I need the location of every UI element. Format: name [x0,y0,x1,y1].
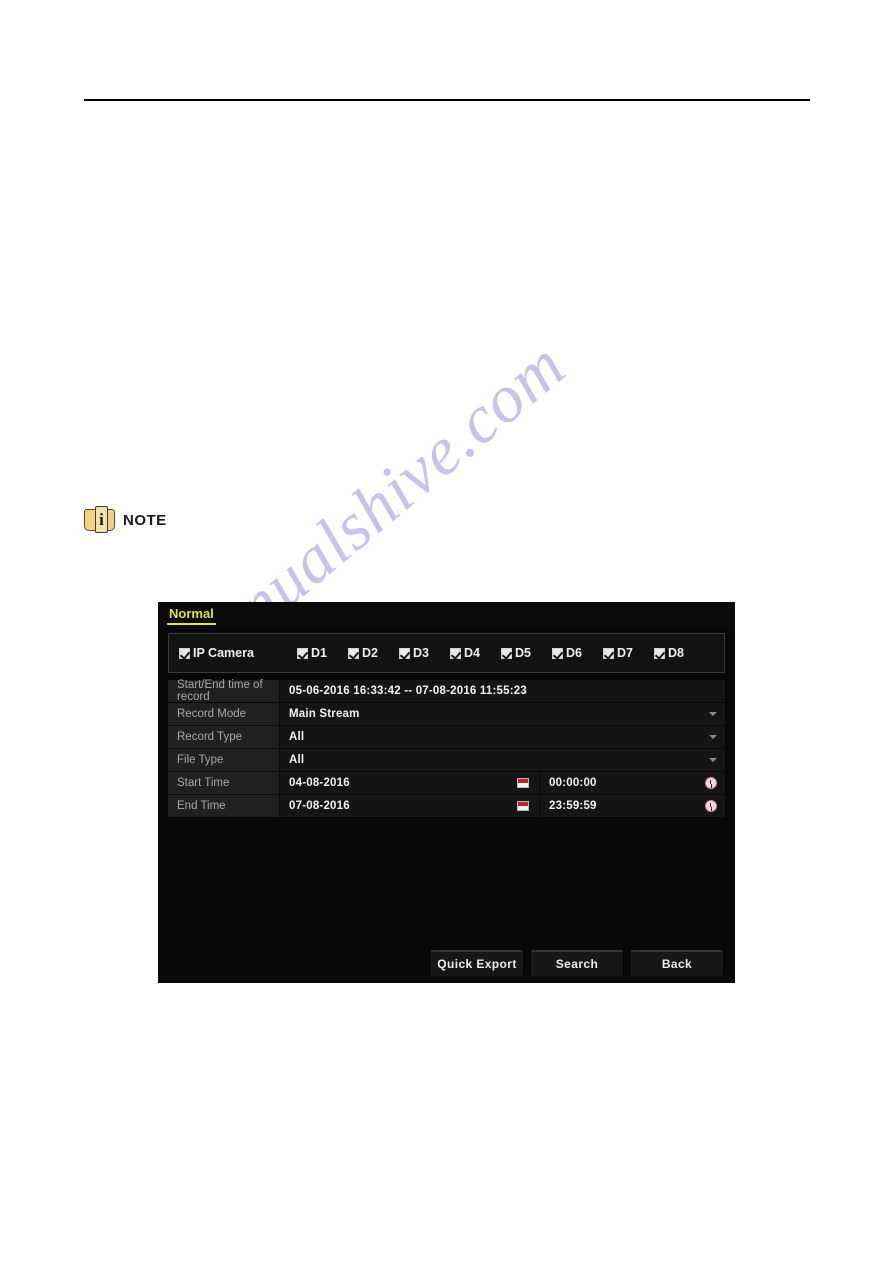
checkbox-checked-icon[interactable] [450,647,461,659]
channel-label: D1 [311,646,327,660]
channel-selector: IP Camera D1 D2 D3 D4 D5 D6 D7 D8 [168,633,725,673]
search-button[interactable]: Search [531,950,623,976]
channel-ip-camera[interactable]: IP Camera [179,646,297,660]
channel-label: D5 [515,646,531,660]
channel-label: D7 [617,646,633,660]
checkbox-checked-icon[interactable] [654,647,665,659]
calendar-icon[interactable] [517,778,529,788]
book-info-icon: i [84,506,118,534]
row-record-mode[interactable]: Record Mode Main Stream [168,703,725,725]
value-end-clock: 23:59:59 [549,800,597,812]
dialog-footer: Quick Export Search Back [158,950,735,976]
channel-label: IP Camera [193,646,254,660]
note-callout: i NOTE [84,506,167,534]
channel-label: D4 [464,646,480,660]
channel-label: D3 [413,646,429,660]
channel-d2[interactable]: D2 [348,646,399,660]
value-end-date: 07-08-2016 [289,800,350,812]
channel-d1[interactable]: D1 [297,646,348,660]
end-date-input[interactable]: 07-08-2016 [280,795,540,817]
channel-d6[interactable]: D6 [552,646,603,660]
clock-icon[interactable] [705,777,717,789]
checkbox-checked-icon[interactable] [501,647,512,659]
value-record-type: All [289,731,305,743]
checkbox-checked-icon[interactable] [603,647,614,659]
channel-label: D8 [668,646,684,660]
clock-icon[interactable] [705,800,717,812]
value-record-range: 05-06-2016 16:33:42 -- 07-08-2016 11:55:… [280,680,725,702]
value-start-date: 04-08-2016 [289,777,350,789]
label-end-time: End Time [168,795,280,817]
chevron-down-icon[interactable] [709,735,717,739]
checkbox-checked-icon[interactable] [399,647,410,659]
label-record-type: Record Type [168,726,280,748]
channel-d4[interactable]: D4 [450,646,501,660]
channel-d8[interactable]: D8 [654,646,705,660]
end-clock-input[interactable]: 23:59:59 [540,795,725,817]
value-file-type: All [289,754,305,766]
checkbox-checked-icon[interactable] [297,647,308,659]
select-record-mode[interactable]: Main Stream [280,703,725,725]
start-clock-input[interactable]: 00:00:00 [540,772,725,794]
quick-export-button[interactable]: Quick Export [431,950,523,976]
label-record-mode: Record Mode [168,703,280,725]
select-record-type[interactable]: All [280,726,725,748]
channel-d5[interactable]: D5 [501,646,552,660]
note-label: NOTE [123,511,167,529]
select-file-type[interactable]: All [280,749,725,771]
row-start-time: Start Time 04-08-2016 00:00:00 [168,772,725,794]
back-button[interactable]: Back [631,950,723,976]
dialog-tabbar: Normal [158,602,735,627]
label-start-time: Start Time [168,772,280,794]
form-rows: Start/End time of record 05-06-2016 16:3… [168,679,725,817]
dialog-body: IP Camera D1 D2 D3 D4 D5 D6 D7 D8 Start/… [158,627,735,817]
row-file-type[interactable]: File Type All [168,749,725,771]
channel-label: D2 [362,646,378,660]
checkbox-checked-icon[interactable] [552,647,563,659]
channel-d3[interactable]: D3 [399,646,450,660]
checkbox-checked-icon[interactable] [179,647,190,659]
start-date-input[interactable]: 04-08-2016 [280,772,540,794]
channel-label: D6 [566,646,582,660]
dvr-export-dialog: Normal IP Camera D1 D2 D3 D4 D5 D6 D7 D8… [158,602,735,983]
row-record-type[interactable]: Record Type All [168,726,725,748]
value-start-clock: 00:00:00 [549,777,597,789]
label-record-range: Start/End time of record [168,679,280,703]
channel-d7[interactable]: D7 [603,646,654,660]
calendar-icon[interactable] [517,801,529,811]
tab-normal[interactable]: Normal [167,606,216,625]
label-file-type: File Type [168,749,280,771]
row-end-time: End Time 07-08-2016 23:59:59 [168,795,725,817]
header-divider [84,99,810,101]
chevron-down-icon[interactable] [709,712,717,716]
value-record-mode: Main Stream [289,708,360,720]
chevron-down-icon[interactable] [709,758,717,762]
checkbox-checked-icon[interactable] [348,647,359,659]
row-record-range: Start/End time of record 05-06-2016 16:3… [168,679,725,703]
